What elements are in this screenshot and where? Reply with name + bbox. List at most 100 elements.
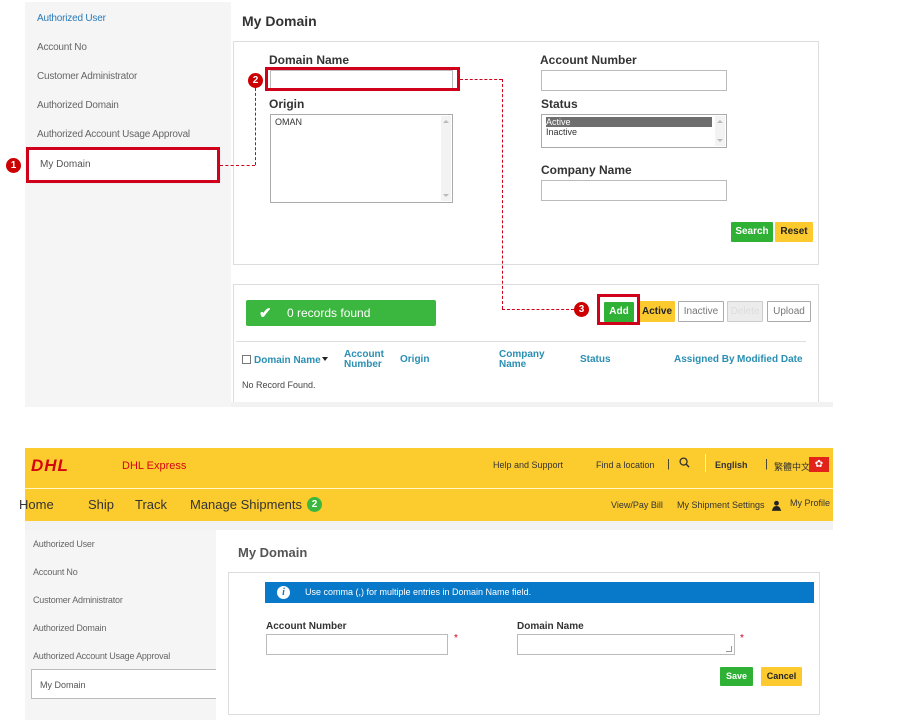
user-icon[interactable] xyxy=(771,500,782,511)
column-header-modified-date[interactable]: Modified Date xyxy=(737,355,803,365)
delete-button[interactable]: Delete xyxy=(727,301,763,322)
info-icon: i xyxy=(277,586,290,599)
required-indicator: * xyxy=(740,633,744,644)
highlight-my-domain xyxy=(26,147,220,183)
select-all-checkbox[interactable] xyxy=(242,355,251,364)
account-number-input[interactable] xyxy=(541,70,727,91)
origin-label: Origin xyxy=(269,97,305,111)
step-badge-2: 2 xyxy=(248,73,263,88)
status-scrollbar[interactable] xyxy=(715,116,725,146)
sidebar-item-authorized-domain[interactable]: Authorized Domain xyxy=(33,623,106,633)
records-found-text: 0 records found xyxy=(287,306,371,320)
help-and-support-link[interactable]: Help and Support xyxy=(493,460,563,470)
domain-name-label: Domain Name xyxy=(269,53,350,67)
main-nav: Home Ship Track Manage Shipments 2 View/… xyxy=(19,489,833,521)
highlight-add-button xyxy=(597,294,640,325)
page-title: My Domain xyxy=(242,13,317,29)
nav-manage-shipments[interactable]: Manage Shipments xyxy=(190,497,302,512)
hong-kong-flag-icon[interactable]: ✿ xyxy=(809,457,829,472)
my-domain-search-panel: Authorized User Account No Customer Admi… xyxy=(25,2,833,407)
highlight-domain-name xyxy=(265,67,460,91)
site-header: DHL DHL Express Help and Support Find a … xyxy=(25,448,833,488)
connector-line xyxy=(460,79,502,80)
account-number-label: Account Number xyxy=(266,621,347,632)
sidebar: Authorized User Account No Customer Admi… xyxy=(25,530,216,720)
domain-name-label: Domain Name xyxy=(517,621,584,632)
scroll-up-icon[interactable] xyxy=(717,120,723,123)
nav-home[interactable]: Home xyxy=(19,497,54,512)
step-badge-3: 3 xyxy=(574,302,589,317)
column-header-assigned-by[interactable]: Assigned By xyxy=(674,355,735,365)
scroll-down-icon[interactable] xyxy=(717,139,723,142)
brand-name: DHL Express xyxy=(122,460,187,472)
sidebar-item-authorized-user[interactable]: Authorized User xyxy=(37,13,106,24)
info-message: Use comma (,) for multiple entries in Do… xyxy=(305,587,532,597)
sidebar-item-customer-administrator[interactable]: Customer Administrator xyxy=(33,595,123,605)
check-icon: ✔ xyxy=(259,305,272,322)
add-domain-panel: DHL DHL Express Help and Support Find a … xyxy=(19,448,833,720)
active-button[interactable]: Active xyxy=(639,301,675,322)
sidebar-item-customer-administrator[interactable]: Customer Administrator xyxy=(37,71,137,82)
view-pay-bill-link[interactable]: View/Pay Bill xyxy=(611,500,663,510)
inactive-button[interactable]: Inactive xyxy=(678,301,724,322)
sidebar-item-authorized-domain[interactable]: Authorized Domain xyxy=(37,100,119,111)
dhl-logo[interactable]: DHL xyxy=(31,456,69,476)
info-banner: i Use comma (,) for multiple entries in … xyxy=(265,582,814,603)
account-number-label: Account Number xyxy=(540,53,637,67)
scroll-up-icon[interactable] xyxy=(443,120,449,123)
my-profile-link[interactable]: My Profile xyxy=(790,498,830,508)
connector-line xyxy=(502,309,574,310)
language-english[interactable]: English xyxy=(715,460,748,470)
company-name-input[interactable] xyxy=(541,180,727,201)
column-header-origin[interactable]: Origin xyxy=(400,355,429,365)
reset-button[interactable]: Reset xyxy=(775,222,813,242)
language-traditional-chinese[interactable]: 繁體中文 xyxy=(774,460,810,473)
step-badge-1: 1 xyxy=(6,158,21,173)
column-header-label: Domain Name xyxy=(254,355,321,366)
sidebar-item-my-domain-label: My Domain xyxy=(40,680,86,690)
scroll-down-icon[interactable] xyxy=(443,194,449,197)
origin-option-oman[interactable]: OMAN xyxy=(275,117,448,127)
sidebar-item-account-no[interactable]: Account No xyxy=(33,567,78,577)
divider xyxy=(236,341,806,342)
column-header-domain-name[interactable]: Domain Name xyxy=(242,355,328,366)
upload-button[interactable]: Upload xyxy=(767,301,811,322)
save-button[interactable]: Save xyxy=(720,667,753,686)
separator: | xyxy=(765,458,768,470)
page-title: My Domain xyxy=(238,545,308,560)
sidebar-item-account-no[interactable]: Account No xyxy=(37,42,87,53)
sidebar: Authorized User Account No Customer Admi… xyxy=(25,2,231,407)
nav-ship[interactable]: Ship xyxy=(88,497,114,512)
main-content: My Domain i Use comma (,) for multiple e… xyxy=(216,530,833,720)
sidebar-item-authorized-user[interactable]: Authorized User xyxy=(33,539,95,549)
required-indicator: * xyxy=(454,633,458,644)
status-option-inactive[interactable]: Inactive xyxy=(546,127,722,137)
find-location-link[interactable]: Find a location xyxy=(596,460,655,470)
account-number-input[interactable] xyxy=(266,634,448,655)
status-option-active[interactable]: Active xyxy=(546,117,712,127)
connector-line xyxy=(220,165,255,166)
cancel-button[interactable]: Cancel xyxy=(761,667,802,686)
search-button[interactable]: Search xyxy=(731,222,773,242)
add-domain-form: i Use comma (,) for multiple entries in … xyxy=(228,572,820,715)
column-header-account-number[interactable]: Account Number xyxy=(344,350,394,370)
search-icon[interactable] xyxy=(679,457,690,468)
sidebar-item-authorized-account-usage-approval[interactable]: Authorized Account Usage Approval xyxy=(33,651,170,661)
column-header-company-name[interactable]: Company Name xyxy=(499,350,549,370)
sidebar-item-authorized-account-usage-approval[interactable]: Authorized Account Usage Approval xyxy=(37,129,190,140)
domain-name-textarea[interactable] xyxy=(517,634,735,655)
status-listbox[interactable]: Active Inactive xyxy=(541,114,727,148)
nav-track[interactable]: Track xyxy=(135,497,167,512)
column-header-status[interactable]: Status xyxy=(580,355,611,365)
status-label: Status xyxy=(541,97,578,111)
empty-state-text: No Record Found. xyxy=(242,380,316,390)
manage-shipments-badge: 2 xyxy=(307,497,322,512)
separator: | xyxy=(667,458,670,470)
shipment-settings-link[interactable]: My Shipment Settings xyxy=(677,500,765,510)
sort-desc-icon[interactable] xyxy=(321,357,328,361)
origin-listbox[interactable]: OMAN xyxy=(270,114,453,203)
separator xyxy=(705,454,706,472)
sidebar-item-my-domain[interactable]: My Domain xyxy=(31,669,216,699)
origin-scrollbar[interactable] xyxy=(441,116,451,201)
resize-handle-icon[interactable] xyxy=(726,646,732,652)
